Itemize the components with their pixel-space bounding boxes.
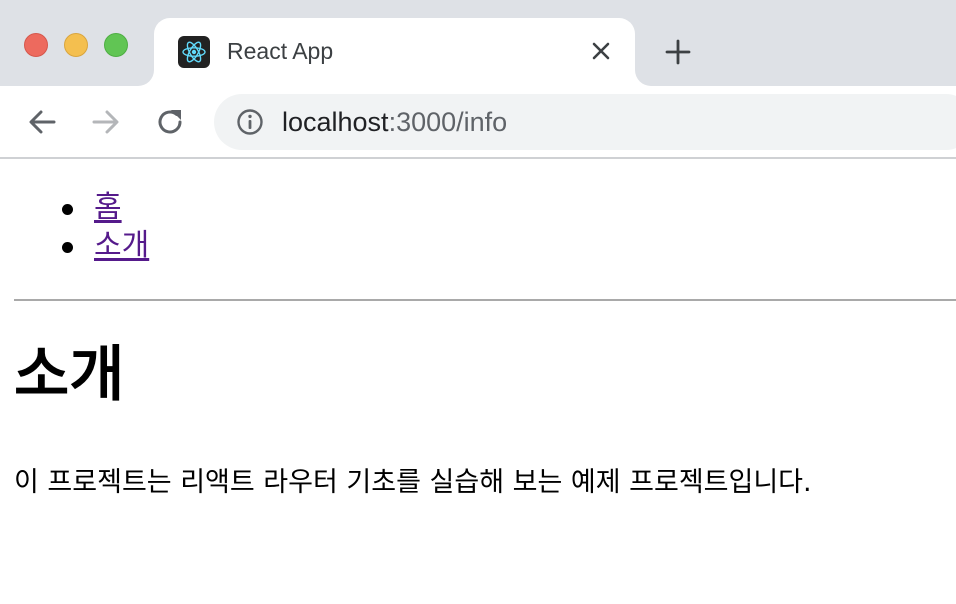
info-icon[interactable] <box>236 108 264 136</box>
address-bar[interactable]: localhost:3000/info <box>214 94 956 150</box>
browser-tab-active[interactable]: React App <box>154 18 635 86</box>
plus-icon[interactable] <box>664 38 692 66</box>
nav-item-home: 홈 <box>58 189 149 227</box>
bullet-icon <box>62 204 73 215</box>
bullet-icon <box>62 242 73 253</box>
url-text: localhost:3000/info <box>282 107 507 138</box>
nav-link-info[interactable]: 소개 <box>94 228 149 263</box>
nav-list: 홈 소개 <box>58 189 149 265</box>
reload-icon[interactable] <box>154 106 186 138</box>
window-zoom-button[interactable] <box>104 33 128 57</box>
page-description: 이 프로젝트는 리액트 라우터 기초를 실습해 보는 예제 프로젝트입니다. <box>14 467 812 498</box>
nav-link-home[interactable]: 홈 <box>94 190 122 225</box>
forward-arrow-icon[interactable] <box>90 106 122 138</box>
browser-toolbar: localhost:3000/info <box>0 86 956 159</box>
page-content: 홈 소개 소개 이 프로젝트는 리액트 라우터 기초를 실습해 보는 예제 프로… <box>0 161 956 604</box>
close-icon[interactable] <box>590 40 612 62</box>
browser-tab-strip: React App <box>0 0 956 86</box>
nav-item-info: 소개 <box>58 227 149 265</box>
page-title: 소개 <box>14 340 125 410</box>
back-arrow-icon[interactable] <box>26 106 58 138</box>
tab-title: React App <box>227 38 334 64</box>
react-logo-icon <box>178 36 210 68</box>
horizontal-rule <box>14 299 956 301</box>
window-close-button[interactable] <box>24 33 48 57</box>
url-path: :3000/info <box>388 107 508 137</box>
url-host: localhost <box>282 107 389 137</box>
window-minimize-button[interactable] <box>64 33 88 57</box>
